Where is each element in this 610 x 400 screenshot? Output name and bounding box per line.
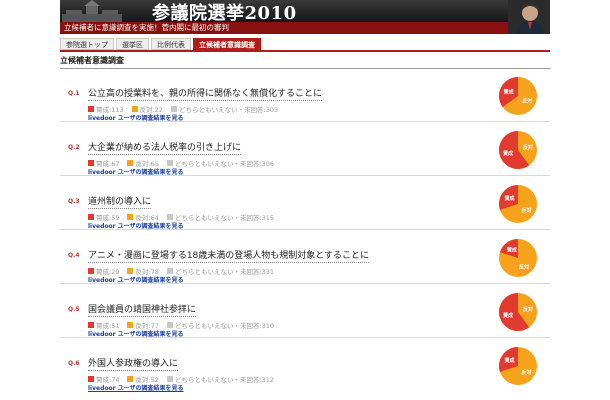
pie-label-no: 反対 — [519, 263, 529, 270]
result-pie-chart: 賛成 反対 — [499, 131, 537, 169]
no-square-icon — [127, 376, 134, 382]
row-divider — [60, 283, 550, 284]
question-number: Q.3 — [68, 198, 80, 205]
pie-label-no: 反対 — [523, 144, 533, 151]
result-pie-chart: 賛成反対 — [499, 185, 537, 223]
yes-square-icon — [88, 106, 94, 112]
neutral-square-icon — [171, 106, 178, 112]
no-square-icon — [127, 322, 134, 328]
pie-label-no: 反対 — [522, 98, 532, 105]
section-divider — [60, 68, 550, 69]
row-divider — [60, 175, 550, 176]
neutral-square-icon — [166, 160, 173, 166]
question-text: アニメ・漫画に登場する18歳未満の登場人物も規制対象とすることに — [88, 251, 370, 263]
pie-label-yes: 賛成 — [507, 247, 517, 254]
no-square-icon — [127, 160, 134, 166]
question-row: Q.2 大企業が納める法人税率の引き上げに 賛成:67 反対:65 どちらともい… — [60, 126, 550, 176]
neutral-square-icon — [166, 214, 173, 220]
header-banner: 参議院選挙2010 立候補者に意識調査を実施！菅内閣に最初の審判 — [60, 0, 550, 34]
question-row: Q.1 公立高の授業料を、親の所得に関係なく無償化することに 賛成:113 反対… — [60, 72, 550, 122]
pie-label-yes: 賛成 — [504, 88, 514, 95]
neutral-square-icon — [166, 376, 173, 382]
question-text: 国会議員の靖国神社参拝に — [88, 305, 197, 317]
neutral-square-icon — [166, 268, 173, 274]
no-square-icon — [131, 106, 138, 112]
question-number: Q.6 — [68, 360, 80, 367]
question-row: Q.3 道州制の導入に 賛成:59 反対:64 どちらともいえない・未回答:31… — [60, 180, 550, 230]
livedoor-results-link[interactable]: livedoor ユーザの調査結果を見る — [88, 383, 184, 392]
yes-square-icon — [88, 322, 94, 328]
result-pie-chart: 賛成反対 — [499, 347, 537, 385]
neutral-count: どちらともいえない・未回答:331 — [174, 268, 275, 276]
neutral-count: どちらともいえない・未回答:306 — [174, 160, 275, 168]
portrait-image — [508, 0, 550, 34]
section-title: 立候補者意識調査 — [60, 56, 124, 65]
neutral-count: どちらともいえない・未回答:310 — [174, 322, 275, 330]
yes-square-icon — [88, 160, 94, 166]
question-number: Q.5 — [68, 306, 80, 313]
tab-candidate-survey[interactable]: 立候補者意識調査 — [193, 38, 261, 50]
pie-label-yes: 賛成 — [503, 312, 513, 319]
tab-election-top[interactable]: 参院選トップ — [60, 38, 114, 50]
question-text: 大企業が納める法人税率の引き上げに — [88, 143, 242, 155]
pie-label-no: 反対 — [521, 207, 531, 214]
pie-label-no: 反対 — [523, 306, 533, 313]
page-subtitle: 立候補者に意識調査を実施！菅内閣に最初の審判 — [60, 22, 550, 34]
row-divider — [60, 229, 550, 230]
pie-label-yes: 賛成 — [505, 195, 515, 202]
tab-districts[interactable]: 選挙区 — [116, 38, 149, 50]
nav-underline — [60, 50, 550, 52]
banner-background — [60, 0, 550, 22]
question-number: Q.4 — [68, 252, 80, 259]
question-text: 公立高の授業料を、親の所得に関係なく無償化することに — [88, 89, 323, 101]
question-row: Q.5 国会議員の靖国神社参拝に 賛成:51 反対:77 どちらともいえない・未… — [60, 288, 550, 338]
no-square-icon — [127, 268, 134, 274]
question-number: Q.2 — [68, 144, 80, 151]
tab-proportional[interactable]: 比例代表 — [151, 38, 191, 50]
question-row: Q.6 外国人参政権の導入に 賛成:74 反対:52 どちらともいえない・未回答… — [60, 342, 550, 392]
yes-square-icon — [88, 214, 94, 220]
diet-building-icon — [62, 0, 122, 22]
result-pie-chart: 賛成反対 — [499, 239, 537, 277]
pie-label-yes: 賛成 — [505, 357, 515, 364]
question-text: 外国人参政権の導入に — [88, 359, 179, 371]
pie-label-yes: 賛成 — [503, 150, 513, 157]
question-text: 道州制の導入に — [88, 197, 152, 209]
neutral-square-icon — [166, 322, 173, 328]
nav-tabs: 参院選トップ 選挙区 比例代表 立候補者意識調査 — [60, 38, 263, 50]
neutral-count: どちらともいえない・未回答:312 — [174, 376, 275, 384]
pie-label-no: 反対 — [521, 369, 531, 376]
yes-square-icon — [88, 376, 94, 382]
row-divider — [60, 337, 550, 338]
neutral-count: どちらともいえない・未回答:315 — [174, 214, 275, 222]
row-divider — [60, 121, 550, 122]
result-pie-chart: 賛成反対 — [499, 77, 537, 115]
question-row: Q.4 アニメ・漫画に登場する18歳未満の登場人物も規制対象とすることに 賛成:… — [60, 234, 550, 284]
no-square-icon — [127, 214, 134, 220]
yes-square-icon — [88, 268, 94, 274]
result-pie-chart: 賛成 反対 — [499, 293, 537, 331]
question-number: Q.1 — [68, 90, 80, 97]
neutral-count: どちらともいえない・未回答:303 — [179, 106, 279, 114]
